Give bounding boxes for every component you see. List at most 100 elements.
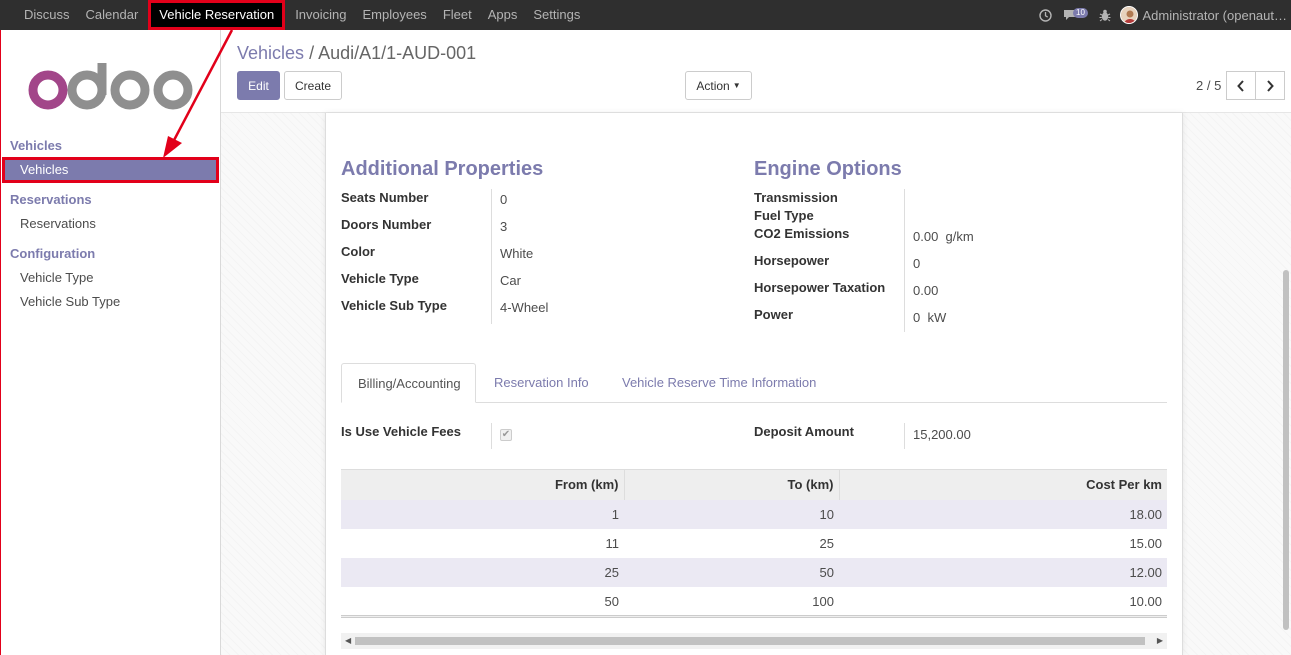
scrollbar-thumb[interactable] [355, 637, 1145, 645]
top-navbar: Discuss Calendar Vehicle Reservation Inv… [0, 0, 1291, 30]
doors-number-value: 3 [500, 219, 508, 234]
column-header-cost[interactable]: Cost Per km [838, 469, 1167, 500]
notebook-tabs: Billing/Accounting Reservation Info Vehi… [341, 363, 1167, 403]
co2-emissions-label: CO2 Emissions [754, 226, 850, 241]
sidebar: Vehicles Vehicles Reservations Reservati… [0, 30, 221, 655]
tab-billing-accounting[interactable]: Billing/Accounting [341, 363, 476, 403]
column-header-to[interactable]: To (km) [623, 469, 839, 500]
horsepower-taxation-label: Horsepower Taxation [754, 280, 886, 295]
use-vehicle-fees-label: Is Use Vehicle Fees [341, 424, 461, 439]
create-button[interactable]: Create [284, 71, 342, 100]
menu-settings[interactable]: Settings [525, 0, 588, 30]
section-configuration: Configuration [10, 246, 96, 261]
column-header-from[interactable]: From (km) [341, 469, 624, 500]
power-label: Power [754, 307, 794, 322]
odoo-logo [28, 63, 193, 110]
cell-to: 50 [624, 557, 839, 587]
user-avatar[interactable] [1120, 6, 1139, 24]
vertical-scrollbar[interactable] [1283, 270, 1289, 630]
horsepower-taxation-value: 0.00 [913, 283, 939, 298]
action-dropdown[interactable]: Action ▼ [685, 71, 752, 100]
sidebar-item-vehicles[interactable]: Vehicles [2, 157, 219, 183]
pager-previous-button[interactable] [1226, 71, 1256, 100]
seats-number-value: 0 [500, 192, 508, 207]
breadcrumb-current: Audi/A1/1-AUD-001 [318, 43, 477, 63]
table-row[interactable]: 25 50 12.00 [341, 557, 1167, 587]
scroll-left-icon[interactable]: ◀ [345, 636, 351, 645]
section-reservations: Reservations [10, 192, 92, 207]
breadcrumb: Vehicles / Audi/A1/1-AUD-001 [237, 43, 476, 64]
use-vehicle-fees-checkbox[interactable]: ✔ [500, 429, 512, 441]
messages-icon[interactable]: 10 [1060, 0, 1090, 30]
sidebar-item-vehicle-type[interactable]: Vehicle Type [2, 265, 219, 291]
breadcrumb-vehicles[interactable]: Vehicles [237, 43, 304, 63]
table-footer [341, 615, 1167, 618]
vehicle-type-label: Vehicle Type [341, 271, 419, 286]
caret-down-icon: ▼ [732, 81, 741, 90]
seats-number-label: Seats Number [341, 190, 429, 205]
tab-reservation-info[interactable]: Reservation Info [478, 363, 605, 403]
menu-employees[interactable]: Employees [355, 0, 435, 30]
cell-from: 25 [341, 557, 624, 587]
fuel-type-label: Fuel Type [754, 208, 814, 223]
engine-options-title: Engine Options [754, 158, 902, 180]
additional-properties-title: Additional Properties [341, 158, 544, 180]
chevron-left-icon [1237, 79, 1244, 92]
sidebar-item-reservations[interactable]: Reservations [2, 211, 219, 237]
pager-next-button[interactable] [1255, 71, 1285, 100]
cell-cost: 15.00 [1129, 535, 1162, 551]
menu-discuss[interactable]: Discuss [16, 0, 78, 30]
cell-cost: 12.00 [839, 557, 1167, 587]
vehicle-sub-type-value: 4-Wheel [500, 300, 549, 315]
separator [904, 189, 905, 332]
breadcrumb-separator: / [309, 43, 315, 63]
menu-apps[interactable]: Apps [480, 0, 526, 30]
separator [491, 189, 492, 324]
table-row[interactable]: 1 10 18.00 [341, 499, 1167, 529]
cell-to: 10 [624, 499, 839, 529]
menu-fleet[interactable]: Fleet [435, 0, 480, 30]
deposit-amount-label: Deposit Amount [754, 424, 854, 439]
cell-to: 100 [812, 593, 834, 609]
horizontal-scrollbar[interactable]: ◀ ▶ [341, 633, 1167, 649]
section-vehicles: Vehicles [10, 138, 63, 153]
cell-from: 50 [604, 593, 619, 609]
co2-emissions-value: 0.00 g/km [913, 229, 974, 244]
color-value: White [500, 246, 534, 261]
separator [904, 423, 905, 449]
doors-number-label: Doors Number [341, 217, 432, 232]
edit-button[interactable]: Edit [237, 71, 280, 100]
menu-vehicle-reservation[interactable]: Vehicle Reservation [148, 0, 286, 30]
horsepower-value: 0 [913, 256, 921, 271]
sidebar-item-vehicle-sub-type[interactable]: Vehicle Sub Type [2, 289, 219, 315]
menu-invoicing[interactable]: Invoicing [287, 0, 354, 30]
vehicle-sub-type-label: Vehicle Sub Type [341, 298, 447, 313]
systray: 10 Administrator (openaut… [1030, 0, 1291, 30]
transmission-label: Transmission [754, 190, 838, 205]
color-label: Color [341, 244, 375, 259]
cell-from: 11 [605, 535, 620, 551]
bug-icon[interactable] [1090, 0, 1120, 30]
table-row[interactable]: 11 25 15.00 [341, 529, 1167, 558]
power-value: 0 kW [913, 310, 947, 325]
cell-cost: 18.00 [839, 499, 1167, 529]
cell-to: 25 [819, 535, 834, 551]
scroll-right-icon[interactable]: ▶ [1157, 636, 1163, 645]
menu-calendar[interactable]: Calendar [78, 0, 147, 30]
table-row[interactable]: 50 100 10.00 [341, 587, 1167, 616]
chevron-right-icon [1267, 79, 1274, 92]
deposit-amount-value: 15,200.00 [913, 427, 971, 442]
action-label: Action [696, 78, 730, 93]
vehicle-type-value: Car [500, 273, 521, 288]
separator [491, 423, 492, 449]
cell-from: 1 [341, 499, 624, 529]
cell-cost: 10.00 [1129, 593, 1162, 609]
fee-table: From (km) To (km) Cost Per km 1 10 18.00… [341, 469, 1167, 616]
clock-icon[interactable] [1030, 0, 1060, 30]
pager-value: 2 / 5 [1196, 78, 1222, 93]
messages-badge: 10 [1073, 8, 1088, 18]
tab-vehicle-reserve-time-information[interactable]: Vehicle Reserve Time Information [606, 363, 832, 403]
user-menu[interactable]: Administrator (openaut… [1142, 8, 1291, 23]
horsepower-label: Horsepower [754, 253, 830, 268]
app-menu: Discuss Calendar Vehicle Reservation Inv… [16, 0, 588, 30]
